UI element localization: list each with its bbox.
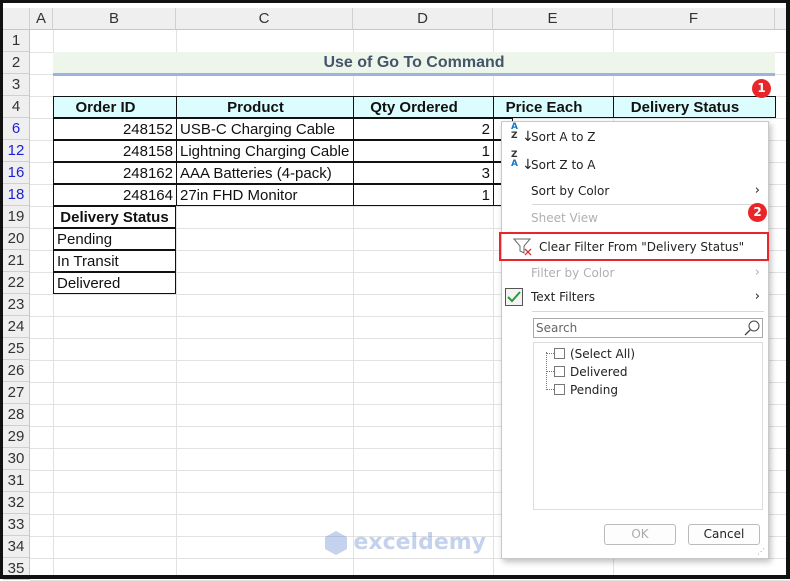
row-header-12[interactable]: 12 (3, 140, 30, 162)
row-header-22[interactable]: 22 (3, 272, 30, 294)
sort-by-color[interactable]: Sort by Color › (502, 179, 768, 203)
row-header-24[interactable]: 24 (3, 316, 30, 338)
ok-button[interactable]: OK (604, 524, 676, 545)
filter-value-item[interactable]: Pending (546, 381, 635, 399)
sort-desc-icon: ZA (511, 150, 518, 169)
column-header-F[interactable]: F (613, 8, 775, 30)
table-cell: 248162 (53, 162, 177, 184)
table-header-3: Price Each (493, 96, 614, 118)
sheet-view: Sheet View (531, 211, 598, 225)
step-badge-2: 2 (748, 203, 767, 222)
text-filters[interactable]: Text Filters › (502, 285, 768, 309)
column-header-B[interactable]: B (53, 8, 176, 30)
table-cell: 3 (353, 162, 494, 184)
filter-value-item[interactable]: Delivered (546, 363, 635, 381)
row-header-35[interactable]: 35 (3, 558, 30, 580)
chevron-right-icon: › (754, 265, 760, 280)
table-header-2: Qty Ordered (353, 96, 494, 118)
row-header-23[interactable]: 23 (3, 294, 30, 316)
row-header-16[interactable]: 16 (3, 162, 30, 184)
checkbox[interactable] (554, 366, 565, 377)
row-header-30[interactable]: 30 (3, 448, 30, 470)
filter-value-item[interactable]: (Select All) (546, 345, 635, 363)
row-header-2[interactable]: 2 (3, 52, 30, 74)
row-header-21[interactable]: 21 (3, 250, 30, 272)
table-cell: 1 (353, 140, 494, 162)
clear-filter-icon (513, 238, 532, 256)
checkbox[interactable] (554, 384, 565, 395)
row-header-33[interactable]: 33 (3, 514, 30, 536)
table-cell: 248158 (53, 140, 177, 162)
status-item: Pending (53, 228, 176, 250)
row-header-4[interactable]: 4 (3, 96, 30, 118)
filter-dropdown-menu: A Z ↓ Sort A to Z Z A ↓ Sort Z to A Sort by … (499, 121, 769, 559)
chevron-right-icon: › (754, 183, 760, 198)
column-header-D[interactable]: D (353, 8, 493, 30)
row-header-3[interactable]: 3 (3, 74, 30, 96)
step-badge-1: 1 (752, 79, 771, 98)
sheet-title: Use of Go To Command (53, 52, 775, 76)
sort-asc-icon: AZ (511, 122, 518, 141)
status-item: Delivered (53, 272, 176, 294)
table-cell: AAA Batteries (4-pack) (176, 162, 354, 184)
select-all-corner[interactable] (3, 8, 30, 30)
row-header-6[interactable]: 6 (3, 118, 30, 140)
table-cell: 248164 (53, 184, 177, 206)
column-header-A[interactable]: A (30, 8, 53, 30)
checkmark-icon (505, 288, 523, 306)
row-header-19[interactable]: 19 (3, 206, 30, 228)
row-header-29[interactable]: 29 (3, 426, 30, 448)
column-header-C[interactable]: C (176, 8, 353, 30)
table-header-1: Product (176, 96, 354, 118)
row-header-32[interactable]: 32 (3, 492, 30, 514)
status-table-header: Delivery Status (53, 206, 176, 228)
search-input[interactable]: Search (533, 318, 763, 338)
sort-a-to-z[interactable]: A Z ↓ Sort A to Z (502, 122, 768, 149)
search-icon (744, 320, 760, 336)
table-header-0: Order ID (53, 96, 177, 118)
row-header-20[interactable]: 20 (3, 228, 30, 250)
row-header-18[interactable]: 18 (3, 184, 30, 206)
checkbox[interactable] (554, 348, 565, 359)
separator (532, 311, 764, 312)
table-cell: 27in FHD Monitor (176, 184, 354, 206)
row-header-26[interactable]: 26 (3, 360, 30, 382)
clear-filter-item[interactable]: Clear Filter From "Delivery Status" (499, 232, 769, 261)
filter-values-list: (Select All) Delivered Pending (533, 342, 763, 510)
watermark-logo: exceldemy (323, 530, 486, 556)
separator (532, 204, 764, 205)
column-header-blank (775, 8, 790, 30)
row-header-1[interactable]: 1 (3, 30, 30, 52)
cancel-button[interactable]: Cancel (688, 524, 760, 545)
resize-grip[interactable]: ⋰ (757, 547, 765, 556)
table-cell: 2 (353, 118, 494, 140)
table-cell: Lightning Charging Cable (176, 140, 354, 162)
sort-z-to-a[interactable]: Z A ↓ Sort Z to A (502, 150, 768, 177)
row-header-31[interactable]: 31 (3, 470, 30, 492)
row-header-25[interactable]: 25 (3, 338, 30, 360)
table-cell: 1 (353, 184, 494, 206)
table-cell: 248152 (53, 118, 177, 140)
filter-by-color: Filter by Color › (502, 261, 768, 285)
row-header-28[interactable]: 28 (3, 404, 30, 426)
table-cell: USB-C Charging Cable (176, 118, 354, 140)
table-header-4: Delivery Status (613, 96, 776, 118)
chevron-right-icon: › (754, 289, 760, 304)
column-header-E[interactable]: E (493, 8, 613, 30)
status-item: In Transit (53, 250, 176, 272)
row-header-27[interactable]: 27 (3, 382, 30, 404)
row-header-34[interactable]: 34 (3, 536, 30, 558)
